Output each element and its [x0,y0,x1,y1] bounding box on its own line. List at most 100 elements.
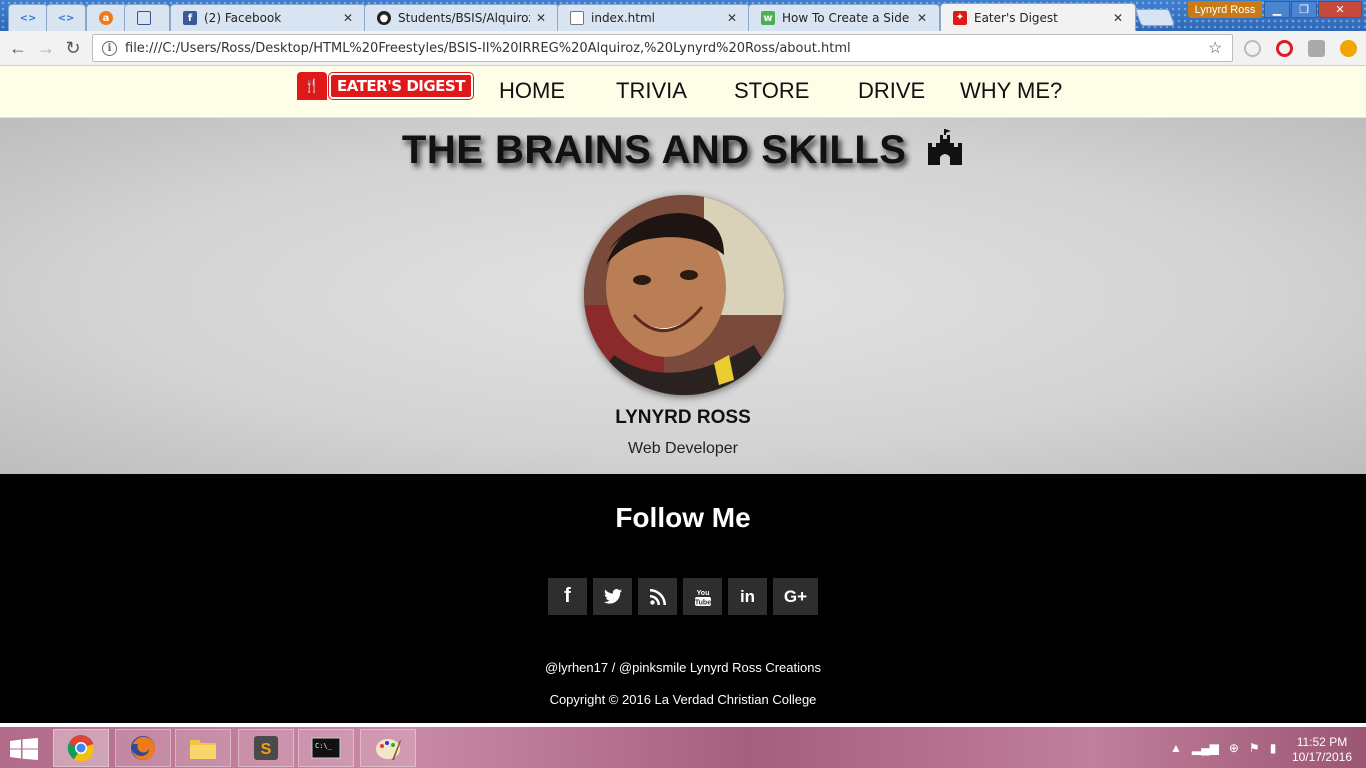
twitter-icon[interactable] [593,578,632,615]
tab-grid[interactable] [124,4,170,31]
chrome-taskbar-button[interactable] [53,729,109,767]
sublime-icon: S [254,736,278,760]
address-bar[interactable]: i file:///C:/Users/Ross/Desktop/HTML%20F… [92,34,1233,62]
extension-icon[interactable] [1244,40,1261,57]
facebook-icon: f [183,11,197,25]
chrome-icon [67,735,95,762]
tab-close-icon[interactable]: ✕ [917,11,929,25]
linkedin-icon[interactable]: in [728,578,767,615]
site-navbar: 🍴 EATER'S DIGEST HOME TRIVIA STORE DRIVE… [0,66,1366,118]
credits-text: @lyrhen17 / @pinksmile Lynyrd Ross Creat… [545,660,821,675]
nav-why-me[interactable]: WHY ME? [960,78,1062,104]
file-icon [570,11,584,25]
about-section: THE BRAINS AND SKILLS LYNYRD ROSS Web De… [0,118,1366,474]
firefox-taskbar-button[interactable] [115,729,171,767]
restore-button[interactable]: ❐ [1291,1,1317,18]
avatar [584,195,784,395]
paint-icon [376,739,401,760]
back-button[interactable]: ← [8,38,28,58]
svg-text:You: You [696,590,709,597]
page-title-text: THE BRAINS AND SKILLS [401,128,907,172]
battery-icon[interactable]: ▮ [1270,741,1277,755]
action-center-icon[interactable]: ⚑ [1249,741,1260,755]
info-icon[interactable]: i [102,40,117,56]
site-logo[interactable]: 🍴 EATER'S DIGEST [297,72,474,100]
folder-icon [190,740,216,759]
clock-date: 10/17/2016 [1291,750,1352,764]
tab-close-icon[interactable]: ✕ [1113,11,1125,25]
opera-icon[interactable] [1276,40,1293,57]
sublime-taskbar-button[interactable]: S [238,729,294,767]
avast-icon: a [99,11,113,25]
person-name: LYNYRD ROSS [615,407,751,428]
footer: Follow Me f You Tube in G+ @lyrhen17 / @p… [0,474,1366,723]
copyright-text: Copyright © 2016 La Verdad Christian Col… [549,692,817,707]
google-plus-icon[interactable]: G+ [773,578,818,615]
tab-github[interactable]: ● Students/BSIS/Alquiroz-L ✕ [364,4,559,31]
svg-text:Tube: Tube [694,599,710,606]
rss-icon[interactable] [638,578,677,615]
tab-label: How To Create a Side Na [782,11,911,25]
clock-time: 11:52 PM [1296,735,1348,749]
clock[interactable]: 11:52 PM 10/17/2016 [1292,735,1352,765]
svg-text:C:\_: C:\_ [315,742,333,750]
social-links: f You Tube in G+ [548,578,818,615]
logo-text: EATER'S DIGEST [328,72,474,100]
follow-title: Follow Me [615,502,751,533]
explorer-taskbar-button[interactable] [175,729,231,767]
network-signal-icon[interactable]: ▂▄▆ [1192,741,1219,755]
tab-avast[interactable]: a [86,4,128,31]
tab-code-2[interactable]: <> [46,4,86,31]
nav-drive[interactable]: DRIVE [858,78,925,104]
browser-toolbar: ← → ↻ i file:///C:/Users/Ross/Desktop/HT… [0,31,1366,66]
tab-w3schools[interactable]: w How To Create a Side Na ✕ [748,4,940,31]
menu-icon[interactable] [1340,40,1357,57]
firefox-icon [131,736,155,760]
svg-text:S: S [261,741,272,758]
tab-close-icon[interactable]: ✕ [727,11,739,25]
show-hidden-icons-icon[interactable]: ▲ [1170,741,1182,755]
new-tab-button[interactable] [1134,9,1176,26]
paint-taskbar-button[interactable] [360,729,416,767]
tab-close-icon[interactable]: ✕ [343,11,355,25]
person-role: Web Developer [628,440,738,457]
network-icon[interactable]: ⊕ [1229,741,1239,755]
forward-button[interactable]: → [36,38,56,58]
browser-tab-strip: <> <> a f (2) Facebook ✕ ● Students/BSIS… [0,0,1366,31]
close-window-button[interactable]: ✕ [1318,1,1362,18]
windows-start-icon[interactable] [10,738,38,760]
grid-icon [137,11,151,25]
nav-store[interactable]: STORE [734,78,809,104]
terminal-icon: C:\_ [311,737,341,759]
tab-label: (2) Facebook [204,11,282,25]
profile-photo [584,195,784,395]
fork-knife-icon: 🍴 [297,72,327,100]
code-icon: <> [57,12,75,24]
w3schools-icon: w [761,11,775,25]
castle-icon [928,129,963,165]
tab-code-1[interactable]: <> [8,4,48,31]
facebook-icon[interactable]: f [548,578,587,615]
eaters-digest-icon: ✦ [953,10,967,25]
nav-trivia[interactable]: TRIVIA [616,78,687,104]
reload-button[interactable]: ↻ [63,38,83,58]
bookmark-star-icon[interactable]: ☆ [1208,38,1232,58]
tab-facebook[interactable]: f (2) Facebook ✕ [170,4,366,31]
minimize-button[interactable]: ▁ [1264,1,1290,18]
tab-eaters-digest[interactable]: ✦ Eater's Digest ✕ [940,3,1136,31]
tab-label: Students/BSIS/Alquiroz-L [398,11,530,25]
page-title: THE BRAINS AND SKILLS [0,128,1366,173]
tab-close-icon[interactable]: ✕ [536,11,548,25]
web-page: 🍴 EATER'S DIGEST HOME TRIVIA STORE DRIVE… [0,66,1366,723]
youtube-icon[interactable]: You Tube [683,578,722,615]
profile-button[interactable]: Lynyrd Ross [1188,1,1262,18]
nav-home[interactable]: HOME [499,78,565,104]
cmd-taskbar-button[interactable]: C:\_ [298,729,354,767]
system-tray: ▲ ▂▄▆ ⊕ ⚑ ▮ [1170,741,1276,755]
extension-icon[interactable] [1308,40,1325,57]
tab-label: Eater's Digest [974,10,1058,25]
windows-taskbar: S C:\_ ▲ ▂▄▆ ⊕ ⚑ ▮ 11:52 PM 10/17/2016 [0,723,1366,768]
url-text[interactable]: file:///C:/Users/Ross/Desktop/HTML%20Fre… [125,41,1208,56]
tab-index[interactable]: index.html ✕ [557,4,750,31]
github-icon: ● [377,11,391,25]
